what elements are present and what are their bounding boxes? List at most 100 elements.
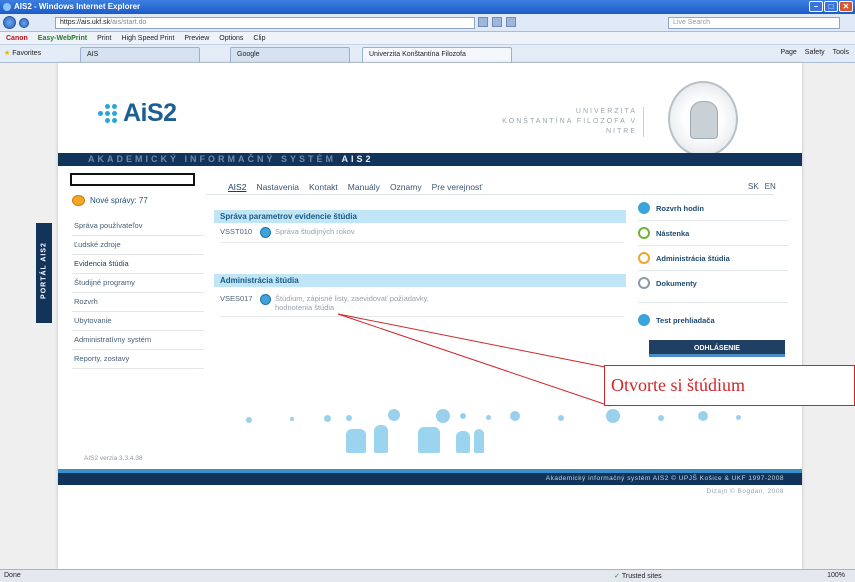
trusted-zone: Trusted sites — [614, 572, 662, 580]
window-controls: – □ ✕ — [809, 1, 853, 12]
system-bar-dim: AKADEMICKÝ INFORMAČNÝ SYSTÉM — [88, 154, 337, 164]
sidebar-item-reports[interactable]: Reporty, zostavy — [72, 350, 204, 369]
lang-en[interactable]: EN — [765, 182, 776, 191]
nav-announcements[interactable]: Oznamy — [390, 182, 422, 192]
divider — [638, 302, 788, 303]
right-item-documents[interactable]: Dokumenty — [638, 272, 788, 294]
minimize-button[interactable]: – — [809, 1, 823, 12]
admin-icon — [638, 252, 650, 264]
browser-test-icon — [638, 314, 650, 326]
url-host: https://ais.ukf.sk — [60, 19, 111, 26]
canon-preview-button[interactable]: Preview — [184, 35, 209, 42]
nav-manuals[interactable]: Manuály — [348, 182, 380, 192]
safety-menu[interactable]: Safety — [805, 49, 825, 56]
design-copyright: Dizajn © Bogdan, 2008 — [706, 488, 784, 495]
stop-icon[interactable] — [506, 17, 516, 27]
right-item-label: Test prehliadača — [656, 315, 715, 325]
right-menu: Rozvrh hodín Nástenka Administrácia štúd… — [638, 197, 788, 331]
app-code: VSST010 — [220, 227, 253, 236]
ie-icon — [3, 3, 11, 11]
refresh-icon[interactable] — [492, 17, 502, 27]
portal-ais2-tab[interactable]: PORTÁL AIS2 — [36, 223, 52, 323]
right-item-browser-test[interactable]: Test prehliadača — [638, 309, 788, 331]
maximize-button[interactable]: □ — [824, 1, 838, 12]
window-titlebar: AIS2 - Windows Internet Explorer – □ ✕ — [0, 0, 855, 14]
app-description: Štúdium, zápisné listy, zaevidovať požia… — [275, 294, 429, 312]
nav-divider — [206, 194, 774, 195]
logo-text: AiS2 — [123, 99, 177, 127]
section-header-administration: Administrácia štúdia — [214, 274, 626, 287]
canon-options-button[interactable]: Options — [219, 35, 243, 42]
university-name: UNIVERZITA KONŠTANTÍNA FILOZOFA V NITRE — [502, 107, 644, 137]
sidebar-item-users[interactable]: Správa používateľov — [72, 217, 204, 236]
version-label: AIS2 verzia 3.3.4.38 — [84, 455, 143, 462]
search-input[interactable]: Live Search — [668, 17, 840, 29]
right-item-label: Administrácia štúdia — [656, 253, 730, 263]
tab-google[interactable]: Google — [230, 47, 350, 62]
tools-menu[interactable]: Tools — [833, 49, 849, 56]
divider — [638, 245, 788, 246]
status-bar: Done Trusted sites 100% — [0, 569, 855, 582]
messages-link[interactable]: Nové správy: 77 — [72, 192, 204, 208]
nav-ais2[interactable]: AIS2 — [228, 182, 246, 192]
logo-dots-icon — [98, 104, 117, 123]
nav-settings[interactable]: Nastavenia — [256, 182, 299, 192]
page-menu[interactable]: Page — [780, 49, 796, 56]
divider — [638, 220, 788, 221]
canon-print-button[interactable]: Print — [97, 35, 111, 42]
canon-highspeed-button[interactable]: High Speed Print — [121, 35, 174, 42]
ais-page: AiS2 UNIVERZITA KONŠTANTÍNA FILOZOFA V N… — [58, 63, 802, 569]
easy-webprint-button[interactable]: Easy-WebPrint — [38, 35, 87, 42]
system-bar: AKADEMICKÝ INFORMAČNÝ SYSTÉM AIS2 — [58, 153, 802, 166]
redacted-user-box — [70, 173, 195, 186]
favorites-button[interactable]: Favorites — [4, 49, 41, 57]
sidebar: Nové správy: 77 Správa používateľov Ľuds… — [72, 192, 204, 369]
sidebar-item-housing[interactable]: Ubytovanie — [72, 312, 204, 331]
right-item-label: Rozvrh hodín — [656, 203, 704, 213]
annotation-callout: Otvorte si štúdium — [604, 365, 855, 406]
right-item-label: Nástenka — [656, 228, 690, 238]
app-row-vsst010[interactable]: VSST010 Správa študijných rokov — [220, 227, 624, 243]
right-item-study-admin[interactable]: Administrácia štúdia — [638, 247, 788, 269]
nav-contact[interactable]: Kontakt — [309, 182, 338, 192]
info-icon — [260, 227, 271, 238]
lang-sk[interactable]: SK — [748, 182, 759, 191]
sidebar-item-hr[interactable]: Ľudské zdroje — [72, 236, 204, 255]
right-item-board[interactable]: Nástenka — [638, 222, 788, 244]
sidebar-item-admin[interactable]: Administratívny systém — [72, 331, 204, 350]
tab-ukf[interactable]: Univerzita Konštantína Filozofa — [362, 47, 512, 62]
zoom-level[interactable]: 100% — [827, 572, 845, 579]
ais-logo[interactable]: AiS2 — [98, 99, 177, 128]
logout-button[interactable]: ODHLÁSENIE — [649, 340, 785, 357]
sidebar-item-schedule[interactable]: Rozvrh — [72, 293, 204, 312]
close-button[interactable]: ✕ — [839, 1, 853, 12]
lock-icon[interactable] — [478, 17, 488, 27]
address-bar: https://ais.ukf.sk/ais/start.do Live Sea… — [0, 14, 855, 32]
sidebar-item-study-records[interactable]: Evidencia štúdia — [72, 255, 204, 274]
app-row-vses017[interactable]: VSES017 Štúdium, zápisné listy, zaevidov… — [220, 294, 624, 317]
messages-label: Nové správy: 77 — [90, 195, 148, 205]
sidebar-item-programs[interactable]: Študijné programy — [72, 274, 204, 293]
section-header-parameters: Správa parametrov evidencie štúdia — [214, 210, 626, 223]
university-seal-icon — [668, 81, 738, 157]
right-item-schedule[interactable]: Rozvrh hodín — [638, 197, 788, 219]
info-icon — [260, 294, 271, 305]
clock-icon — [638, 202, 650, 214]
nav-public[interactable]: Pre verejnosť — [432, 182, 483, 192]
app-description: Správa študijných rokov — [275, 227, 355, 236]
command-bar: Page Safety Tools — [780, 49, 849, 56]
back-icon[interactable] — [3, 16, 16, 29]
favorites-bar: Favorites AIS Google Univerzita Konštant… — [0, 45, 855, 63]
right-item-label: Dokumenty — [656, 278, 697, 288]
portal-tab-label: PORTÁL AIS2 — [40, 242, 48, 299]
footer: Akademický informačný systém AIS2 © UPJŠ… — [58, 473, 802, 485]
top-navigation: AIS2 Nastavenia Kontakt Manuály Oznamy P… — [228, 182, 483, 192]
system-bar-bold: AIS2 — [341, 154, 374, 164]
tab-ais[interactable]: AIS — [80, 47, 200, 62]
url-field[interactable]: https://ais.ukf.sk/ais/start.do — [55, 17, 475, 29]
canon-clip-button[interactable]: Clip — [253, 35, 265, 42]
divider — [638, 270, 788, 271]
forward-icon[interactable] — [19, 18, 29, 28]
canon-toolbar: Canon Easy-WebPrint Print High Speed Pri… — [0, 32, 855, 45]
status-text: Done — [4, 572, 21, 579]
